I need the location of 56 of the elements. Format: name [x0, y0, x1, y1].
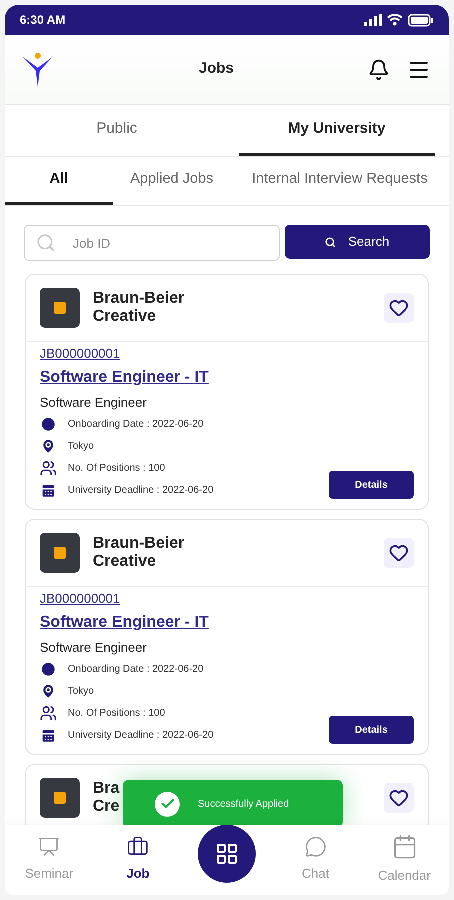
search-icon — [36, 233, 56, 253]
onboarding-date: Onboarding Date : 2022-06-20 — [68, 663, 204, 677]
search-button[interactable]: Search — [285, 225, 430, 259]
job-id-field[interactable]: Job ID — [24, 225, 280, 261]
job-role: Software Engineer — [40, 638, 148, 657]
notification-icon[interactable] — [368, 58, 390, 80]
location-text: Tokyo — [68, 685, 94, 699]
company-name: Cre — [93, 798, 120, 816]
page-title: Jobs — [199, 59, 234, 80]
search-icon — [325, 236, 336, 248]
company-name: Braun-Beier — [93, 535, 185, 553]
company-name: Creative — [93, 553, 158, 571]
deadline-text: University Deadline : 2022-06-20 — [68, 729, 214, 743]
tab[interactable]: Public — [19, 105, 215, 156]
details-button[interactable]: Details — [329, 471, 414, 499]
job-role: Software Engineer — [40, 394, 148, 412]
status-time: 6:30 AM — [20, 12, 66, 29]
company-logo — [40, 288, 80, 328]
logo-icon — [23, 52, 53, 86]
job-title-link[interactable]: Software Engineer - IT — [40, 610, 209, 634]
company-logo — [40, 533, 80, 573]
company-logo — [40, 778, 80, 818]
sub-tab[interactable]: Internal Interview Requests — [231, 157, 449, 205]
chat-icon — [304, 836, 327, 858]
company-name: Braun-Beier — [93, 290, 185, 308]
calendar-icon — [392, 834, 418, 860]
grid-icon — [214, 842, 239, 866]
positions-icon — [40, 705, 57, 722]
sub-tab[interactable]: All — [5, 157, 113, 205]
job-id-link[interactable]: JB000000001 — [40, 589, 120, 608]
favorite-button[interactable] — [384, 293, 414, 323]
check-icon — [155, 792, 180, 816]
tab[interactable]: My University — [239, 105, 435, 156]
company-name: Creative — [93, 308, 158, 326]
heart-icon — [389, 788, 409, 808]
toast-message: Successfully Applied — [198, 798, 290, 812]
onboarding-date: Onboarding Date : 2022-06-20 — [68, 418, 204, 432]
battery-icon — [408, 14, 434, 26]
sub-tab[interactable]: Applied Jobs — [113, 157, 231, 205]
favorite-button[interactable] — [384, 538, 414, 568]
positions-text: No. Of Positions : 100 — [68, 707, 166, 721]
location-text: Tokyo — [68, 440, 94, 454]
nav-tab[interactable]: Job — [94, 836, 183, 884]
seminar-icon — [38, 836, 60, 858]
heart-icon — [389, 543, 409, 563]
details-button[interactable]: Details — [329, 716, 414, 744]
signal-icon — [364, 14, 382, 26]
positions-text: No. Of Positions : 100 — [68, 462, 166, 476]
deadline-text: University Deadline : 2022-06-20 — [68, 484, 214, 498]
favorite-button[interactable] — [384, 783, 414, 813]
positions-icon — [40, 460, 57, 477]
company-name: Bra — [93, 780, 120, 798]
job-id-link[interactable]: JB000000001 — [40, 344, 120, 364]
heart-icon — [389, 298, 409, 318]
wifi-icon — [387, 14, 403, 26]
job-title-link[interactable]: Software Engineer - IT — [40, 366, 209, 390]
